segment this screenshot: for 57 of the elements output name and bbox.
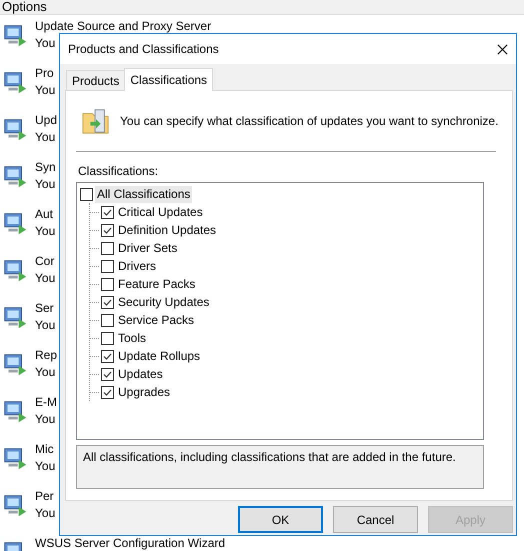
checkbox[interactable] (101, 314, 114, 326)
option-description: You (35, 272, 56, 285)
option-description: You (35, 366, 56, 379)
tree-item[interactable]: Upgrades (116, 384, 172, 400)
option-title[interactable]: Aut (35, 208, 54, 221)
description-text: All classifications, including classifications that are added in the future. (83, 450, 456, 464)
checkbox[interactable] (101, 242, 114, 254)
option-title[interactable]: Pro (35, 67, 54, 80)
tree-item[interactable]: Updates (116, 366, 165, 382)
close-icon[interactable] (497, 44, 508, 54)
checkbox[interactable] (101, 368, 114, 380)
option-title[interactable]: Cor (35, 255, 54, 268)
tree-item[interactable]: Service Packs (116, 312, 196, 328)
option-title[interactable]: Update Source and Proxy Server (35, 20, 212, 33)
checkbox[interactable] (101, 350, 114, 362)
option-description: You (35, 460, 56, 473)
checkbox[interactable] (101, 224, 114, 236)
tree-label: Classifications: (78, 164, 160, 178)
tab[interactable]: Products (66, 70, 126, 90)
option-title[interactable]: Rep (35, 349, 58, 362)
checkbox[interactable] (101, 260, 114, 272)
tree-item[interactable]: Drivers (116, 258, 158, 274)
option-description: You (35, 319, 56, 332)
dialog-button[interactable]: OK (238, 506, 323, 533)
option-title[interactable]: Upd (35, 114, 58, 127)
tab[interactable]: Classifications (124, 68, 214, 91)
option-title[interactable]: Ser (35, 302, 54, 315)
checkbox[interactable] (101, 386, 114, 398)
tree-item[interactable]: All Classifications (95, 186, 192, 202)
option-title[interactable]: Syn (35, 161, 56, 174)
checkbox[interactable] (80, 188, 93, 200)
option-description: You (35, 225, 56, 238)
tree-item[interactable]: Update Rollups (116, 348, 202, 364)
option-title[interactable]: Mic (35, 443, 54, 456)
tree-item[interactable]: Security Updates (116, 294, 212, 310)
option-description: You (35, 84, 56, 97)
option-description: You (35, 413, 56, 426)
tree-item[interactable]: Feature Packs (116, 276, 198, 292)
option-description: You (35, 131, 56, 144)
checkbox[interactable] (101, 278, 114, 290)
intro-text: You can specify what classification of updates you want to synchronize. (120, 114, 498, 128)
tree-item[interactable]: Driver Sets (116, 240, 180, 256)
tree-item[interactable]: Definition Updates (116, 222, 218, 238)
dialog-title: Products and Classifications (68, 42, 219, 56)
tree-item[interactable]: Tools (116, 330, 148, 346)
window-title: Options (1, 0, 47, 14)
checkbox[interactable] (101, 206, 114, 218)
option-title[interactable]: Per (35, 490, 54, 503)
checkbox[interactable] (101, 332, 114, 344)
option-description: You (35, 507, 56, 520)
option-title[interactable]: WSUS Server Configuration Wizard (35, 537, 226, 550)
tree-item[interactable]: Critical Updates (116, 204, 205, 220)
option-title[interactable]: E-M (35, 396, 57, 409)
checkbox[interactable] (101, 296, 114, 308)
option-description: You (35, 178, 56, 191)
dialog-button[interactable]: Cancel (333, 506, 418, 533)
option-description: You (35, 37, 56, 50)
